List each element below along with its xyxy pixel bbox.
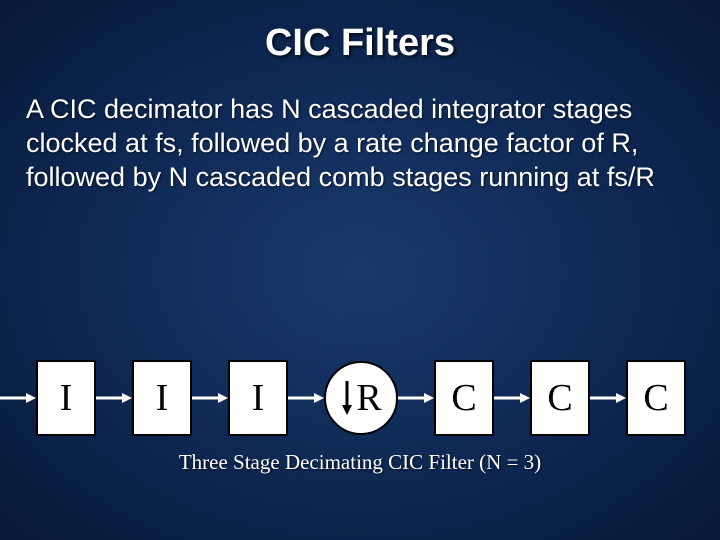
cic-diagram: I I I R C C C bbox=[0, 348, 720, 448]
comb-stage-1: C bbox=[434, 360, 494, 436]
arrow-icon bbox=[590, 392, 626, 404]
arrow-icon bbox=[288, 392, 324, 404]
slide-description: A CIC decimator has N cascaded integrato… bbox=[0, 65, 720, 194]
arrow-icon bbox=[192, 392, 228, 404]
arrow-icon bbox=[494, 392, 530, 404]
integrator-stage-1: I bbox=[36, 360, 96, 436]
arrow-icon bbox=[398, 392, 434, 404]
arrow-icon bbox=[96, 392, 132, 404]
comb-stage-3: C bbox=[626, 360, 686, 436]
rate-change-stage: R bbox=[324, 361, 398, 435]
integrator-stage-2: I bbox=[132, 360, 192, 436]
slide-title: CIC Filters bbox=[0, 0, 720, 65]
down-arrow-icon bbox=[340, 381, 354, 415]
arrow-icon bbox=[0, 392, 36, 404]
comb-stage-2: C bbox=[530, 360, 590, 436]
diagram-caption: Three Stage Decimating CIC Filter (N = 3… bbox=[0, 450, 720, 475]
integrator-stage-3: I bbox=[228, 360, 288, 436]
rate-change-label: R bbox=[356, 376, 381, 420]
